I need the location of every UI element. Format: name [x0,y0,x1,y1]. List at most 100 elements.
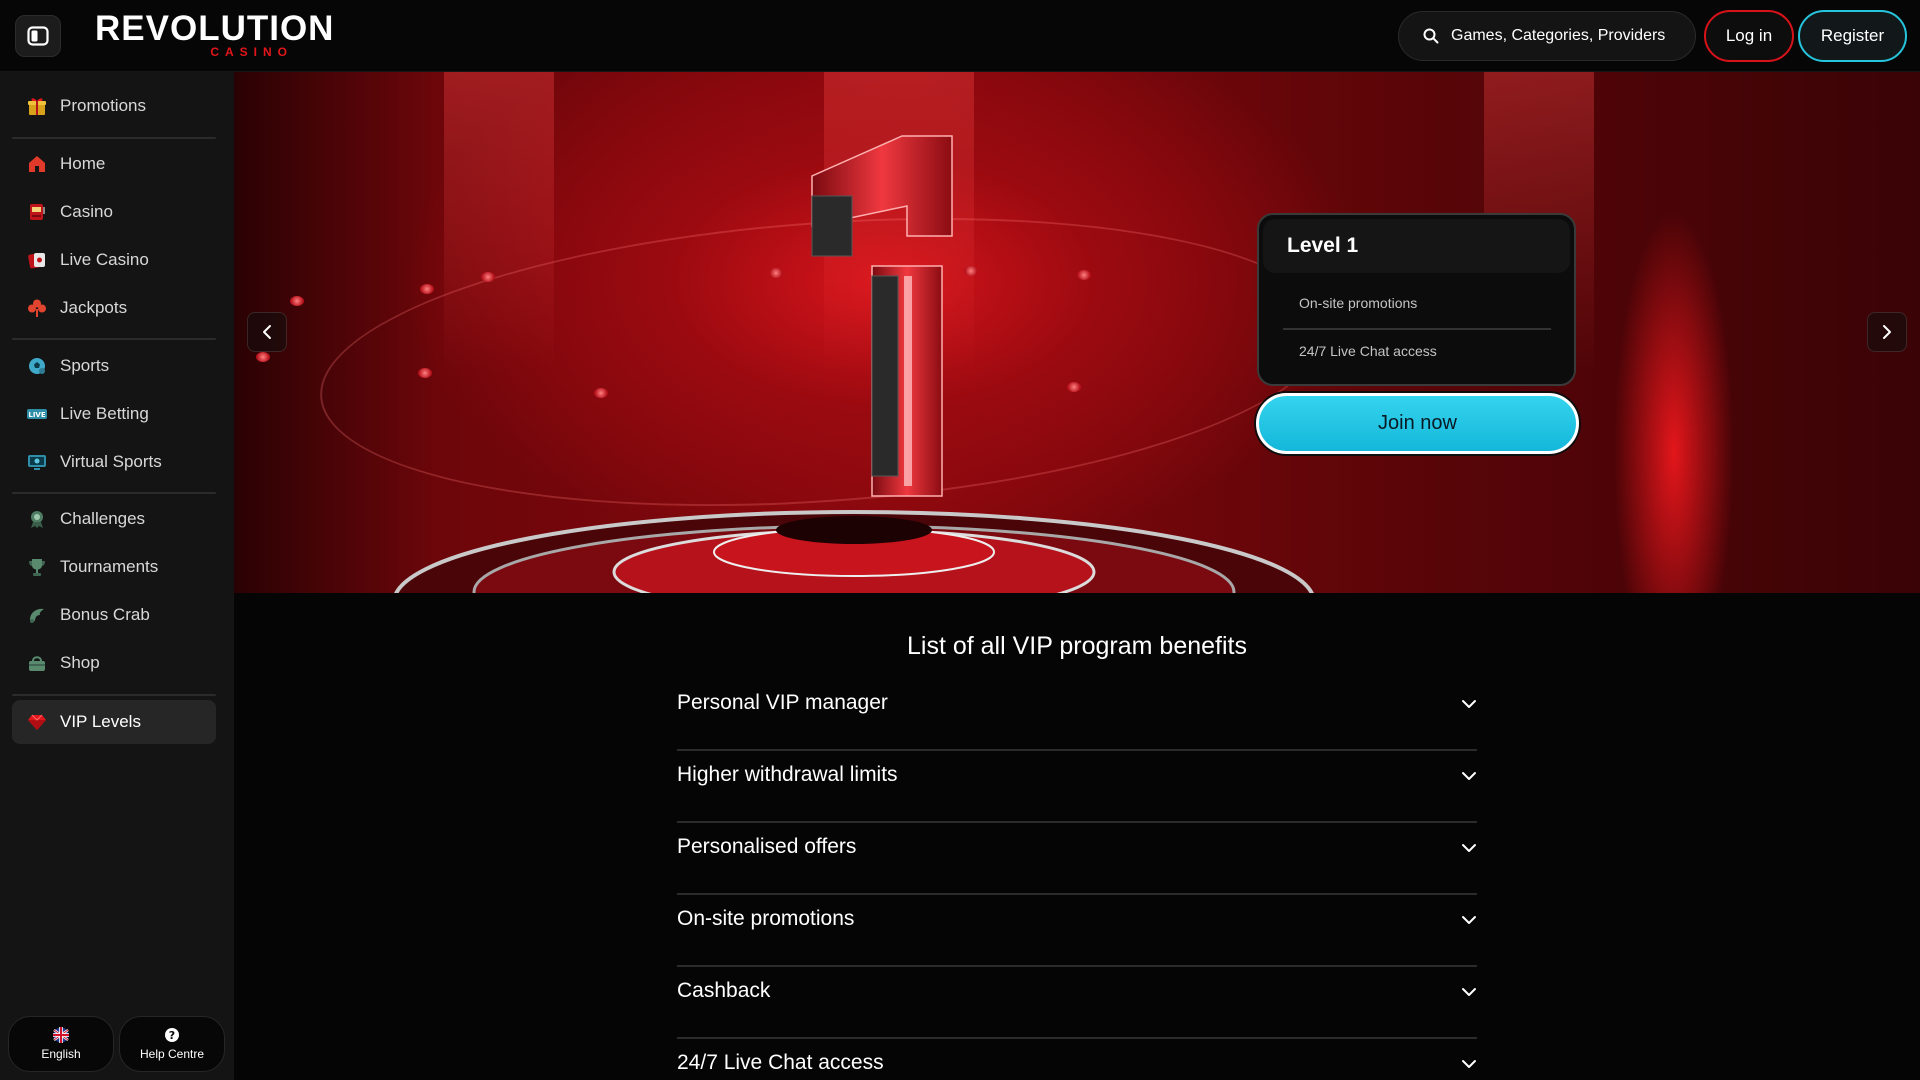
search-icon [1423,28,1439,44]
sidebar-item-challenges[interactable]: Challenges [12,497,216,541]
monitor-icon [27,452,47,472]
top-header: REVOLUTION CASINO Log in Register [0,0,1920,72]
chevron-down-icon [1462,988,1476,996]
home-icon [27,154,47,174]
sidebar-item-label: Tournaments [60,557,159,576]
sidebar-item-label: Live Casino [60,250,149,269]
sidebar-item-label: Challenges [60,509,146,528]
chevron-down-icon [1462,1060,1476,1068]
poker-chip-decoration [290,296,304,306]
sidebar-item-label: Virtual Sports [60,452,162,471]
benefit-accordion-item[interactable]: Personalised offers [677,823,1477,895]
benefit-accordion-item[interactable]: Personal VIP manager [677,679,1477,751]
login-button[interactable]: Log in [1704,10,1794,62]
trophy-icon [27,557,47,577]
sidebar-item-tournaments[interactable]: Tournaments [12,545,216,589]
level-title: Level 1 [1287,234,1359,257]
logo-subtext: CASINO [210,45,293,59]
sidebar-item-live-betting[interactable]: LIVE Live Betting [12,392,216,436]
benefit-label: Personal VIP manager [677,691,888,714]
sidebar-divider [12,694,216,696]
sidebar-item-vip-levels[interactable]: VIP Levels [12,700,216,744]
sidebar-item-label: Live Betting [60,404,149,423]
benefit-accordion-item[interactable]: Cashback [677,967,1477,1039]
benefit-accordion-item[interactable]: On-site promotions [677,895,1477,967]
carousel-next-button[interactable] [1867,312,1907,352]
sidebar-divider [12,338,216,340]
logo-text: REVOLUTION [95,9,335,48]
sidebar-item-label: Bonus Crab [60,605,150,624]
svg-text:?: ? [169,1029,175,1042]
register-button[interactable]: Register [1798,10,1907,62]
poker-chip-decoration [256,352,270,362]
level-card-divider [1283,328,1551,330]
vip-hero-banner: Level 1 On-site promotions 24/7 Live Cha… [234,72,1920,593]
sidebar-item-promotions[interactable]: Promotions [12,84,216,128]
sidebar: Promotions Home Casino Live Casino Jackp… [0,72,234,1080]
benefit-label: Cashback [677,979,771,1002]
chevron-left-icon [263,325,271,339]
level-card-header: Level 1 [1263,219,1570,273]
clover-icon [27,298,47,318]
sidebar-item-label: Sports [60,356,110,375]
language-label: English [41,1047,81,1061]
playing-cards-icon [27,250,47,270]
poker-chip-decoration [1077,270,1091,280]
chevron-right-icon [1883,325,1891,339]
poker-chip-decoration [481,272,495,282]
sidebar-item-live-casino[interactable]: Live Casino [12,238,216,282]
benefit-accordion-item[interactable]: Higher withdrawal limits [677,751,1477,823]
chevron-down-icon [1462,916,1476,924]
sidebar-item-label: Home [60,154,106,173]
benefit-label: Personalised offers [677,835,857,858]
poker-chip-decoration [769,268,783,278]
shopping-basket-icon [27,653,47,673]
diamond-icon [27,712,47,732]
level-card: Level 1 On-site promotions 24/7 Live Cha… [1257,213,1576,386]
help-question-icon: ? [165,1028,179,1042]
help-centre-button[interactable]: ? Help Centre [119,1016,225,1072]
spinning-platform [394,510,1314,593]
sidebar-item-label: Promotions [60,96,146,115]
language-selector-button[interactable]: English [8,1016,114,1072]
sidebar-item-label: Jackpots [60,298,128,317]
crab-claw-icon [27,605,47,625]
join-now-button[interactable]: Join now [1256,393,1579,454]
sidebar-item-shop[interactable]: Shop [12,641,216,685]
level-benefit: On-site promotions [1299,295,1418,311]
help-centre-label: Help Centre [139,1047,205,1061]
live-badge-icon: LIVE [27,404,47,424]
benefit-label: 24/7 Live Chat access [677,1051,884,1074]
medal-icon [27,509,47,529]
sidebar-item-label: Shop [60,653,100,672]
benefit-accordion-item[interactable]: 24/7 Live Chat access [677,1039,1477,1080]
benefits-section-title: List of all VIP program benefits [907,632,1247,660]
search-input[interactable] [1449,26,1683,46]
level-benefit: 24/7 Live Chat access [1299,343,1437,359]
poker-chip-decoration [418,368,432,378]
search-bar[interactable] [1398,11,1696,61]
sidebar-item-label: Casino [60,202,113,221]
level-number-sculpture [811,135,953,497]
sidebar-divider [12,137,216,139]
sidebar-toggle-button[interactable] [15,15,61,57]
sidebar-divider [12,492,216,494]
sidebar-item-sports[interactable]: Sports [12,344,216,388]
sidebar-item-bonus-crab[interactable]: Bonus Crab [12,593,216,637]
revolution-casino-logo[interactable]: REVOLUTION CASINO [95,9,335,59]
sidebar-item-casino[interactable]: Casino [12,190,216,234]
sidebar-item-jackpots[interactable]: Jackpots [12,286,216,330]
soccer-ball-icon [27,356,47,376]
chevron-down-icon [1462,844,1476,852]
sidebar-item-virtual-sports[interactable]: Virtual Sports [12,440,216,484]
sidebar-toggle-icon [27,26,49,46]
svg-text:LIVE: LIVE [28,411,45,419]
carousel-prev-button[interactable] [247,312,287,352]
chevron-down-icon [1462,700,1476,708]
gift-icon [27,96,47,116]
sidebar-item-home[interactable]: Home [12,142,216,186]
slot-machine-icon [27,202,47,222]
benefit-label: On-site promotions [677,907,855,930]
sidebar-item-label: VIP Levels [60,712,141,731]
poker-chip-decoration [1067,382,1081,392]
